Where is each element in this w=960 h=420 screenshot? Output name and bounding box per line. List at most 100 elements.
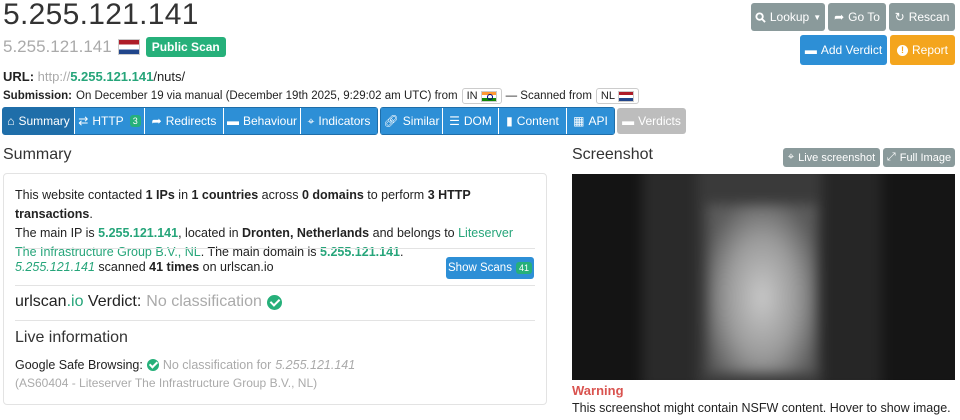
scanned-text: scanned [94,260,150,274]
tab-summary[interactable]: ⌂ Summary [3,108,74,134]
tab-similar-label: Similar [402,114,440,128]
tab-similar[interactable]: 🔗︎ Similar [381,108,442,134]
safe-browsing-label: Google Safe Browsing: [15,358,143,372]
divider [15,285,535,286]
submission-text: On December 19 via manual (December 19th… [76,90,458,102]
tab-behaviour[interactable]: ▬ Behaviour [224,108,300,134]
divider [15,320,535,321]
verdict-label: Verdict: [83,293,142,310]
tab-indicators[interactable]: ⌖ Indicators [301,108,377,134]
verdict-brand-tld: .io [66,293,84,310]
list-icon: ☰ [449,114,460,128]
tab-http[interactable]: ⇄ HTTP 3 [75,108,144,134]
goto-button[interactable]: ➦ Go To [828,3,886,31]
summary-text-2: in [174,188,192,202]
tab-http-count: 3 [129,115,141,127]
caret-down-icon: ▼ [813,12,822,22]
safe-browsing-ip: 5.255.121.141 [275,358,356,372]
tab-summary-label: Summary [18,114,70,128]
check-circle-icon [146,359,159,371]
tab-content-label: Content [516,114,559,128]
tab-redirects[interactable]: ➦ Redirects [145,108,223,134]
domain-count: 0 domains [301,188,364,202]
live-information-heading: Live information [15,329,128,346]
summary-text-5: . [89,207,93,221]
summary-text-4: to perform [363,188,428,202]
scanner-country-code: NL [600,90,615,102]
report-label: Report [911,43,949,57]
verdict-brand-name: urlscan [15,293,67,310]
nsfw-warning-text: This screenshot might contain NSFW conte… [572,401,951,415]
country-count: 1 countries [191,188,259,202]
home-icon: ⌂ [7,114,15,128]
summary-heading: Summary [3,146,72,163]
goto-label: Go To [848,10,880,24]
scan-url: URL: http://5.255.121.141/nuts/ [3,69,185,84]
tab-redirects-label: Redirects [165,114,217,128]
share-icon: ➦ [151,114,162,128]
summary-text-1: This website contacted [15,188,146,202]
netherlands-flag-icon [117,39,140,55]
qrcode-icon: ▦ [573,114,585,128]
submitter-country-code: IN [466,90,478,102]
tab-indicators-label: Indicators [318,114,371,128]
full-image-label: Full Image [899,151,952,164]
show-scans-button[interactable]: Show Scans 41 [446,257,534,279]
india-flag-icon [480,90,497,102]
share-icon: ➦ [834,10,845,24]
lookup-button[interactable]: Lookup ▼ [751,3,825,31]
add-verdict-button[interactable]: ▬ Add Verdict [800,35,887,65]
blurred-screenshot-image[interactable] [572,174,955,380]
submitter-country: IN [461,88,502,104]
summary-text-8: and belongs to [369,226,459,240]
tab-api[interactable]: ▦ API [567,108,614,134]
safe-browsing-value: No classification for [162,358,272,372]
full-image-button[interactable]: ⤢ Full Image [883,148,955,167]
tab-api-label: API [588,114,608,128]
url-host-link[interactable]: 5.255.121.141 [70,69,153,84]
ip-location: Dronten, Netherlands [242,226,370,240]
tab-content[interactable]: ▮ Content [499,108,566,134]
rescan-button[interactable]: ↻ Rescan [889,3,955,31]
netherlands-flag-icon [617,90,634,102]
live-screenshot-button[interactable]: ⌖ Live screenshot [783,148,880,167]
comment-icon: ▬ [226,114,239,128]
comment-icon: ▬ [804,43,817,57]
link-icon: 🔗︎ [383,114,399,128]
tab-dom[interactable]: ☰ DOM [443,108,498,134]
nsfw-warning-title: Warning [572,383,624,398]
public-scan-badge: Public Scan [145,37,226,57]
rescan-label: Rescan [908,10,950,24]
expand-icon: ⤢ [886,151,896,163]
url-label: URL: [3,69,35,84]
divider [15,248,535,249]
page-subtitle: 5.255.121.141 Public Scan [3,37,226,57]
crosshairs-icon: ⌖ [787,151,795,163]
scanned-on-text: on urlscan.io [199,260,274,274]
scanned-from-label: — Scanned from [505,90,592,102]
screenshot-heading: Screenshot [572,146,653,163]
crosshairs-icon: ⌖ [307,113,315,128]
exclamation-icon: ! [896,44,908,56]
url-protocol: http:// [37,69,71,84]
scanned-ip-link[interactable]: 5.255.121.141 [15,260,95,274]
add-verdict-label: Add Verdict [820,43,883,57]
blurred-content [572,174,955,380]
report-button[interactable]: ! Report [890,35,955,65]
show-scans-count: 41 [515,262,532,274]
main-ip-link[interactable]: 5.255.121.141 [98,226,178,240]
subtitle-ip: 5.255.121.141 [3,37,112,56]
tab-verdicts-label: Verdicts [638,114,681,128]
tab-http-label: HTTP [92,114,124,128]
file-icon: ▮ [506,114,513,128]
submission-info: Submission: On December 19 via manual (D… [3,88,639,104]
summary-text-6: The main IP is [15,226,99,240]
tab-verdicts[interactable]: ▬ Verdicts [617,108,686,134]
screenshot-region [572,174,642,380]
verdict-line: urlscan.io Verdict: No classification [15,293,282,311]
screenshot-region [707,204,817,374]
verdict-brand: urlscan.io Verdict: [15,293,141,311]
summary-text-3: across [258,188,302,202]
summary-description: This website contacted 1 IPs in 1 countr… [15,186,535,262]
scan-times: 41 times [149,260,200,274]
